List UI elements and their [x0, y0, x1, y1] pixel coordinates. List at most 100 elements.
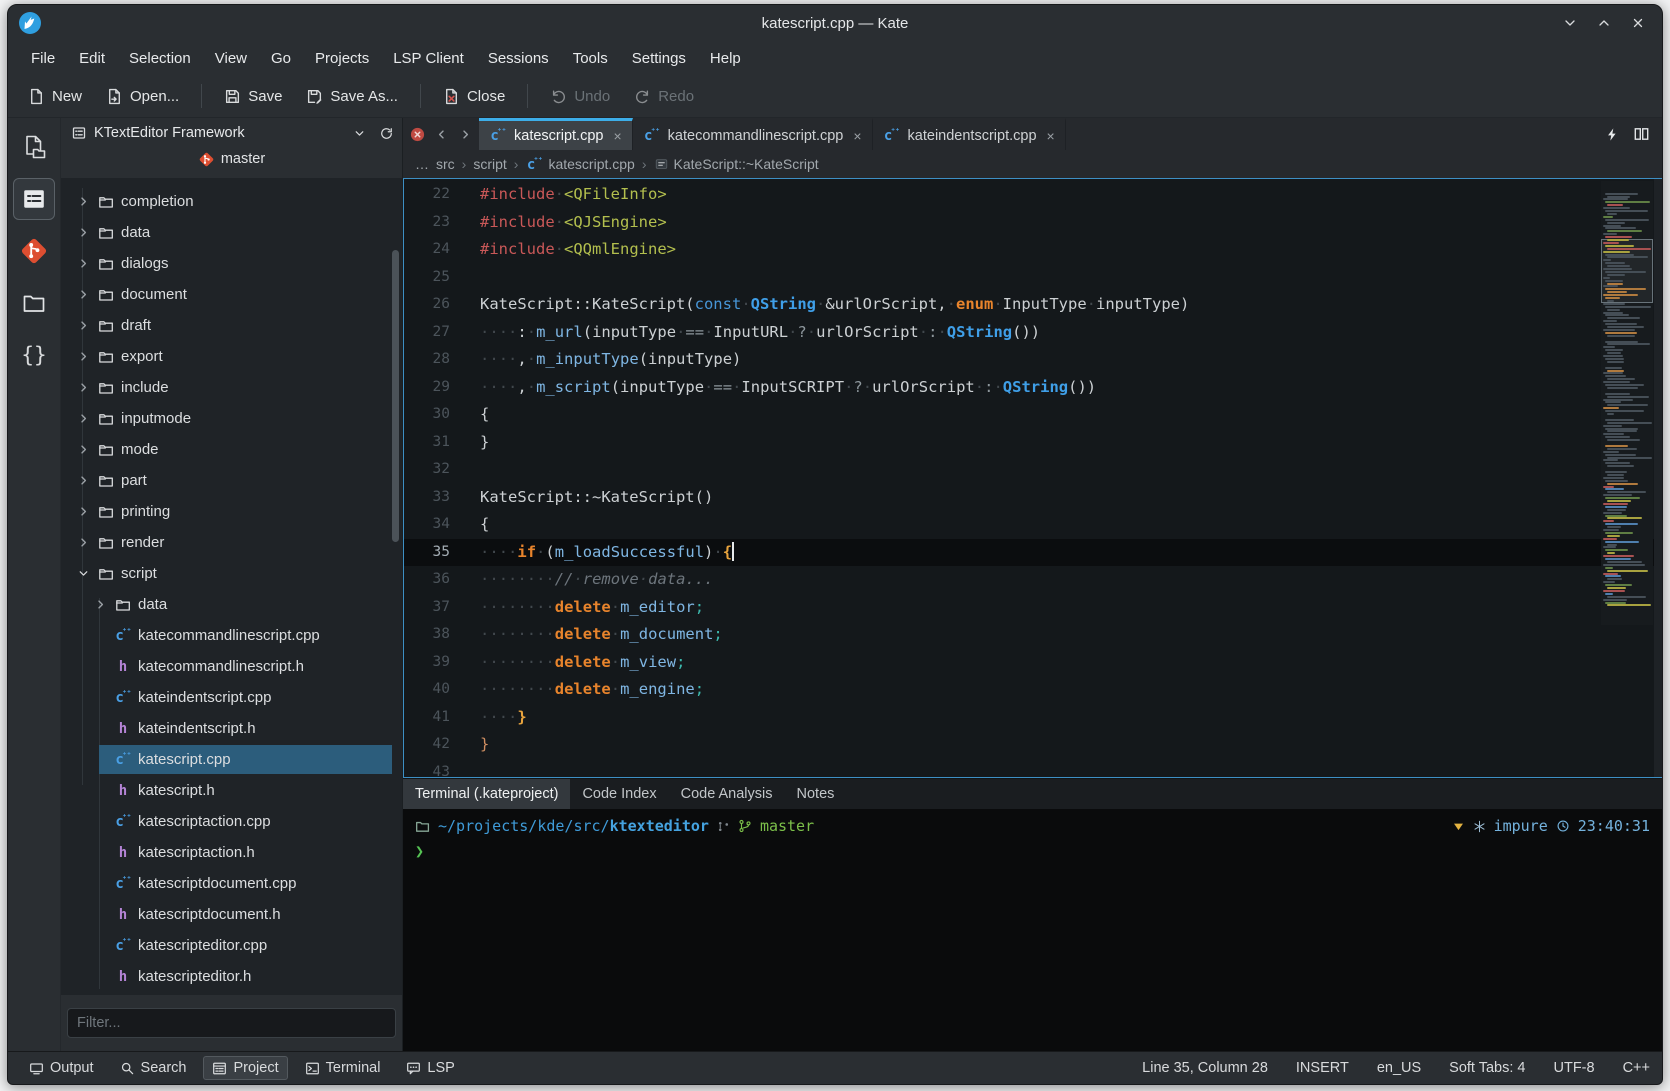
toolbar-close-button[interactable]: Close: [433, 82, 515, 111]
breadcrumb-[interactable]: …: [415, 156, 429, 172]
chevron-right-icon[interactable]: [92, 597, 108, 613]
tree-item-kateindentscript-cpp[interactable]: c⁺⁺ kateindentscript.cpp: [61, 682, 402, 713]
tree-item-part[interactable]: part: [61, 465, 402, 496]
code-line-38[interactable]: 38 ········delete·m_document;: [404, 621, 1662, 649]
breadcrumb-katescript-cpp[interactable]: c⁺⁺ katescript.cpp: [525, 156, 635, 173]
tree-item-data[interactable]: data: [61, 217, 402, 248]
menu-edit[interactable]: Edit: [68, 46, 116, 71]
tree-item-mode[interactable]: mode: [61, 434, 402, 465]
menu-go[interactable]: Go: [260, 46, 302, 71]
chevron-right-icon[interactable]: [75, 504, 91, 520]
chevron-right-icon[interactable]: [75, 535, 91, 551]
maximize-icon[interactable]: [1594, 13, 1614, 33]
menu-lsp-client[interactable]: LSP Client: [382, 46, 475, 71]
menu-view[interactable]: View: [204, 46, 258, 71]
tree-scrollbar[interactable]: [392, 250, 399, 542]
toolbar-open-button[interactable]: Open...: [96, 82, 189, 111]
menu-file[interactable]: File: [20, 46, 66, 71]
quick-open-icon[interactable]: [1605, 127, 1619, 142]
code-line-30[interactable]: 30 {: [404, 401, 1662, 429]
chevron-right-icon[interactable]: [75, 473, 91, 489]
chevron-right-icon[interactable]: [75, 256, 91, 272]
tree-item-katescriptdocument-cpp[interactable]: c⁺⁺ katescriptdocument.cpp: [61, 868, 402, 899]
tab-close-icon[interactable]: ×: [853, 128, 861, 144]
breadcrumb-src[interactable]: src: [436, 156, 455, 172]
code-line-22[interactable]: 22 #include·<QFileInfo>: [404, 181, 1662, 209]
tree-item-printing[interactable]: printing: [61, 496, 402, 527]
tree-item-katescriptaction-h[interactable]: h katescriptaction.h: [61, 837, 402, 868]
code-line-23[interactable]: 23 #include·<QJSEngine>: [404, 209, 1662, 237]
tree-item-export[interactable]: export: [61, 341, 402, 372]
code-line-37[interactable]: 37 ········delete·m_editor;: [404, 594, 1662, 622]
project-dropdown-icon[interactable]: [349, 123, 369, 143]
chevron-right-icon[interactable]: [75, 194, 91, 210]
tab-close-icon[interactable]: ×: [1047, 128, 1055, 144]
status-en-us[interactable]: en_US: [1377, 1060, 1421, 1076]
close-document-icon[interactable]: [407, 124, 427, 144]
toolbar-new-button[interactable]: New: [18, 82, 92, 111]
tree-item-inputmode[interactable]: inputmode: [61, 403, 402, 434]
bottom-tab-terminal-kateproject[interactable]: Terminal (.kateproject): [403, 779, 571, 809]
tree-item-katescripteditor-h[interactable]: h katescripteditor.h: [61, 961, 402, 992]
close-window-icon[interactable]: [1628, 13, 1648, 33]
chevron-right-icon[interactable]: [75, 442, 91, 458]
status-toggle-project[interactable]: Project: [203, 1056, 288, 1080]
tree-item-katescript-h[interactable]: h katescript.h: [61, 775, 402, 806]
status-toggle-terminal[interactable]: Terminal: [296, 1056, 390, 1080]
status-line-35-column-28[interactable]: Line 35, Column 28: [1142, 1060, 1268, 1076]
code-line-36[interactable]: 36 ········//·remove·data...: [404, 566, 1662, 594]
tree-item-dialogs[interactable]: dialogs: [61, 248, 402, 279]
tree-item-katescript-cpp[interactable]: c⁺⁺ katescript.cpp: [61, 744, 402, 775]
menu-selection[interactable]: Selection: [118, 46, 202, 71]
status-insert[interactable]: INSERT: [1296, 1060, 1349, 1076]
chevron-right-icon[interactable]: [75, 349, 91, 365]
code-line-41[interactable]: 41 ····}: [404, 704, 1662, 732]
forward-icon[interactable]: [455, 124, 475, 144]
minimap[interactable]: [1601, 181, 1653, 625]
toolbar-undo-button[interactable]: Undo: [540, 82, 620, 111]
code-line-35[interactable]: 35 ····if·(m_loadSuccessful)·{: [404, 538, 1662, 566]
breadcrumb-script[interactable]: script: [473, 156, 506, 172]
menu-help[interactable]: Help: [699, 46, 752, 71]
status-toggle-output[interactable]: Output: [20, 1056, 103, 1080]
toolbar-save-button[interactable]: Save: [214, 82, 292, 111]
status-toggle-lsp[interactable]: LSP: [397, 1056, 463, 1080]
chevron-right-icon[interactable]: [75, 225, 91, 241]
tree-item-render[interactable]: render: [61, 527, 402, 558]
code-line-33[interactable]: 33 KateScript::~KateScript(): [404, 484, 1662, 512]
split-view-icon[interactable]: [1633, 126, 1650, 142]
code-line-40[interactable]: 40 ········delete·m_engine;: [404, 676, 1662, 704]
sidebar-tool-filesystem[interactable]: [13, 282, 55, 324]
menu-tools[interactable]: Tools: [562, 46, 619, 71]
code-line-24[interactable]: 24 #include·<QQmlEngine>: [404, 236, 1662, 264]
tree-item-completion[interactable]: completion: [61, 186, 402, 217]
code-line-43[interactable]: 43: [404, 759, 1662, 778]
bottom-tab-notes[interactable]: Notes: [785, 779, 847, 809]
chevron-right-icon[interactable]: [75, 380, 91, 396]
chevron-down-icon[interactable]: [75, 566, 91, 582]
code-line-29[interactable]: 29 ····,·m_script(inputType·==·InputSCRIP…: [404, 374, 1662, 402]
toolbar-redo-button[interactable]: Redo: [624, 82, 704, 111]
terminal-view[interactable]: ~/projects/kde/src/ktexteditor master im…: [403, 809, 1662, 1051]
chevron-right-icon[interactable]: [75, 411, 91, 427]
tree-item-kateindentscript-h[interactable]: h kateindentscript.h: [61, 713, 402, 744]
code-line-25[interactable]: 25: [404, 264, 1662, 292]
sidebar-tool-git[interactable]: [13, 230, 55, 272]
tree-item-document[interactable]: document: [61, 279, 402, 310]
code-editor[interactable]: 22 #include·<QFileInfo> 23 #include·<QJSEng…: [403, 178, 1662, 778]
sidebar-tool-documents[interactable]: [13, 126, 55, 168]
back-icon[interactable]: [431, 124, 451, 144]
tree-item-katescripteditor-cpp[interactable]: c⁺⁺ katescripteditor.cpp: [61, 930, 402, 961]
chevron-right-icon[interactable]: [75, 318, 91, 334]
tree-item-script[interactable]: script: [61, 558, 402, 589]
code-line-32[interactable]: 32: [404, 456, 1662, 484]
code-line-42[interactable]: 42}: [404, 731, 1662, 759]
tree-item-katecommandlinescript-h[interactable]: h katecommandlinescript.h: [61, 651, 402, 682]
tab-katescript-cpp[interactable]: c⁺⁺ katescript.cpp ×: [479, 118, 633, 150]
menu-projects[interactable]: Projects: [304, 46, 380, 71]
editor-scrollbar-rail[interactable]: [1654, 179, 1662, 777]
tab-kateindentscript-cpp[interactable]: c⁺⁺ kateindentscript.cpp ×: [873, 118, 1066, 150]
sidebar-tool-project[interactable]: [13, 178, 55, 220]
status-toggle-search[interactable]: Search: [111, 1056, 196, 1080]
menu-sessions[interactable]: Sessions: [477, 46, 560, 71]
